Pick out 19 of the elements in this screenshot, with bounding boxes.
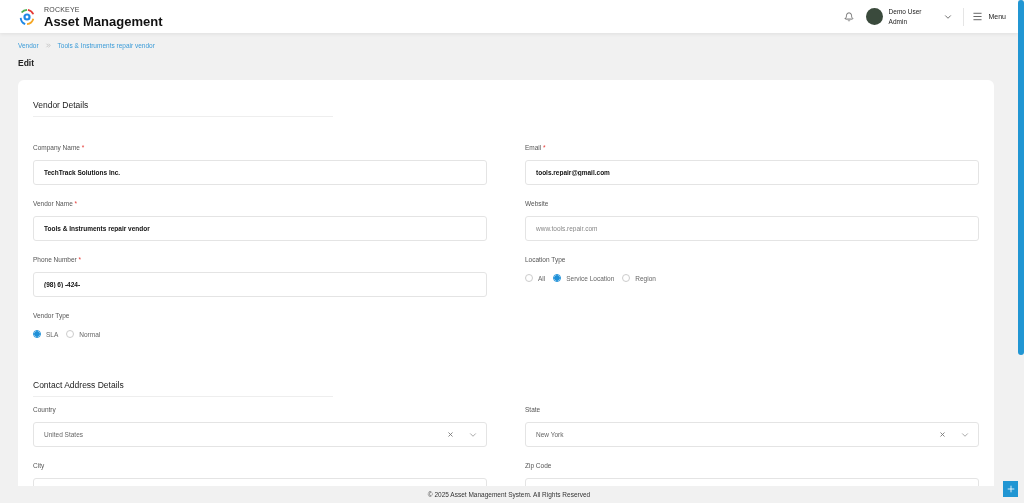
add-button[interactable] <box>1003 481 1018 497</box>
section-title: Contact Address Details <box>33 380 333 397</box>
notification-icon[interactable] <box>843 11 854 22</box>
radio-button[interactable] <box>66 330 75 338</box>
brand-title: Asset Management <box>44 14 163 28</box>
scrollbar-thumb[interactable] <box>1018 0 1024 355</box>
radio-button[interactable] <box>553 274 562 282</box>
clear-icon[interactable] <box>939 431 946 438</box>
radio-button[interactable] <box>33 330 41 338</box>
logo-icon <box>18 7 36 26</box>
radio-button[interactable] <box>525 274 533 282</box>
section-title: Vendor Details <box>33 100 333 117</box>
menu-icon <box>972 11 984 22</box>
radio-button[interactable] <box>622 274 631 282</box>
separator-icon <box>44 42 52 49</box>
plus-icon <box>1005 484 1016 494</box>
user-avatar[interactable] <box>865 8 883 25</box>
clear-icon[interactable] <box>447 431 454 438</box>
page-title: Edit <box>18 58 36 68</box>
